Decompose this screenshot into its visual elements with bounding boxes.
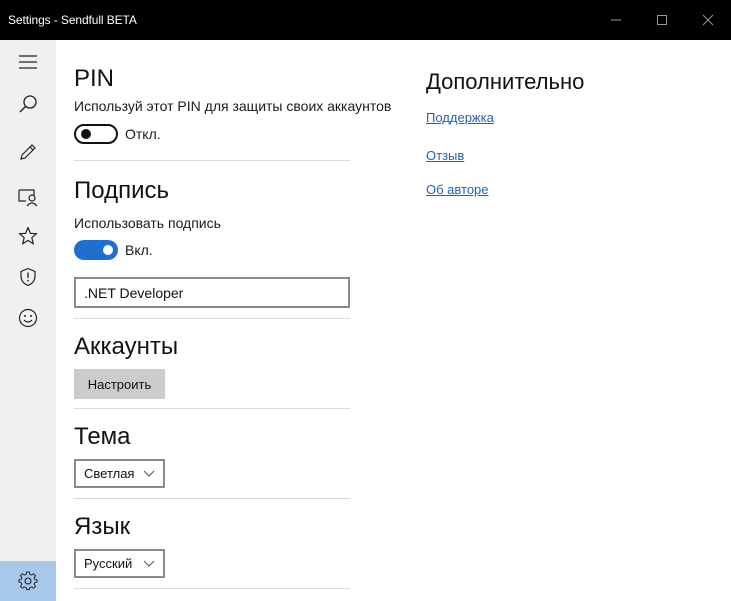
title-bar: Settings - Sendfull BETA [0, 0, 731, 40]
contacts-icon [18, 189, 38, 207]
settings-content: PIN Используй этот PIN для защиты своих … [56, 40, 731, 601]
maximize-icon [657, 15, 667, 25]
nav-favorites[interactable] [0, 216, 56, 256]
extra-heading: Дополнительно [426, 69, 585, 94]
configure-accounts-button[interactable]: Настроить [74, 369, 165, 399]
nav-settings[interactable] [0, 561, 56, 601]
feedback-link[interactable]: Отзыв [426, 148, 464, 163]
nav-sidebar [0, 40, 56, 601]
close-icon [702, 14, 714, 26]
signature-heading: Подпись [74, 177, 169, 204]
nav-compose[interactable] [0, 132, 56, 172]
language-select[interactable]: Русский [74, 549, 165, 578]
nav-search[interactable] [0, 84, 56, 124]
theme-heading: Тема [74, 423, 131, 450]
about-author-link[interactable]: Об авторе [426, 182, 489, 197]
nav-feedback[interactable] [0, 298, 56, 338]
signature-input[interactable] [74, 277, 350, 308]
divider [74, 160, 350, 161]
pin-heading: PIN [74, 65, 115, 92]
signature-toggle[interactable] [74, 240, 118, 260]
close-button[interactable] [685, 0, 731, 40]
toggle-knob [81, 129, 91, 139]
divider [74, 318, 350, 319]
star-icon [18, 226, 38, 245]
pin-description: Используй этот PIN для защиты своих акка… [74, 98, 392, 114]
shield-icon [20, 267, 36, 287]
gear-icon [18, 571, 38, 591]
smiley-icon [18, 308, 38, 328]
chevron-down-icon [143, 470, 155, 477]
chevron-down-icon [143, 560, 155, 567]
nav-contacts[interactable] [0, 177, 56, 217]
maximize-button[interactable] [639, 0, 685, 40]
menu-button[interactable] [0, 42, 56, 82]
language-heading: Язык [74, 513, 131, 540]
minimize-icon [611, 19, 621, 21]
language-select-value: Русский [84, 556, 133, 571]
toggle-knob [103, 245, 113, 255]
nav-security[interactable] [0, 257, 56, 297]
hamburger-menu-icon [19, 55, 37, 69]
support-link[interactable]: Поддержка [426, 110, 494, 125]
divider [74, 588, 350, 589]
pencil-icon [20, 144, 36, 160]
divider [74, 498, 350, 499]
divider [74, 408, 350, 409]
theme-select-value: Светлая [84, 466, 135, 481]
signature-description: Использовать подпись [74, 215, 221, 231]
minimize-button[interactable] [593, 0, 639, 40]
theme-select[interactable]: Светлая [74, 459, 165, 488]
accounts-heading: Аккаунты [74, 333, 179, 360]
signature-toggle-label: Вкл. [125, 242, 153, 258]
pin-toggle[interactable] [74, 124, 118, 144]
window-title: Settings - Sendfull BETA [8, 13, 137, 27]
search-icon [19, 95, 37, 113]
pin-toggle-label: Откл. [125, 126, 161, 142]
